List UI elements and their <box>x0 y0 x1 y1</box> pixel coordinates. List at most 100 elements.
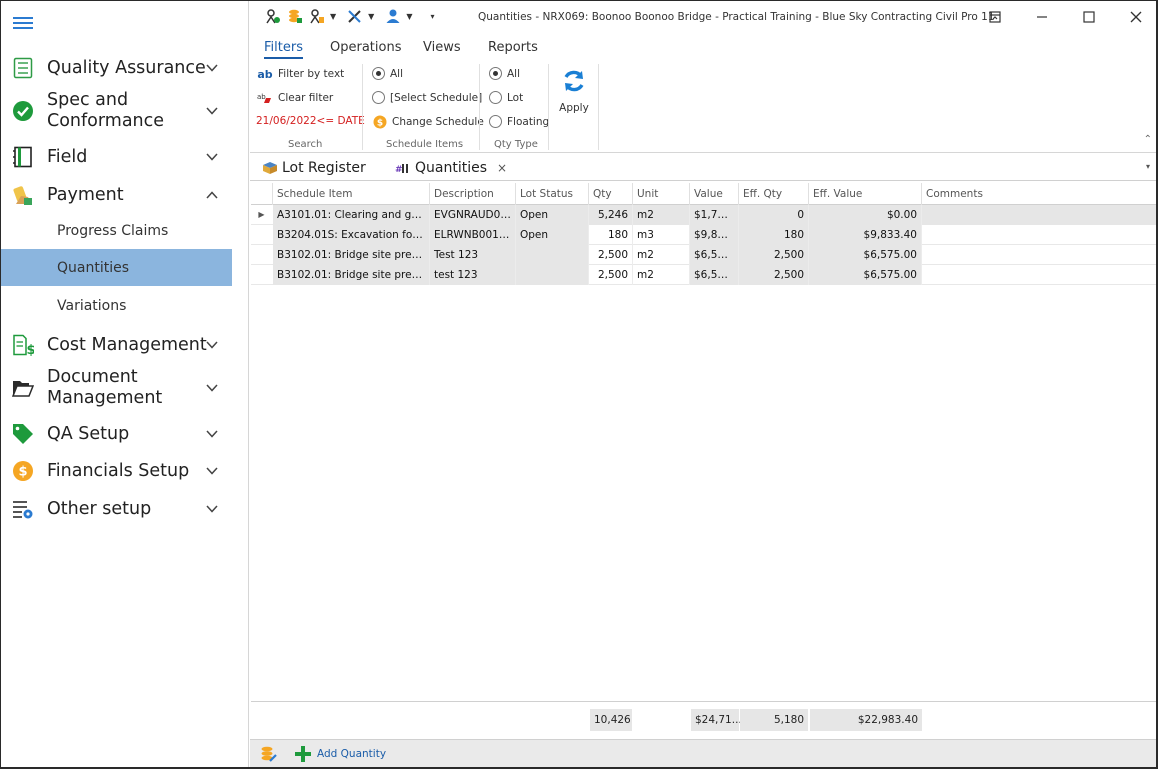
apply-button[interactable]: Apply <box>556 68 592 120</box>
cell-comments[interactable] <box>922 265 1156 285</box>
cell-unit[interactable]: m2 <box>633 265 690 285</box>
column-header[interactable]: Unit <box>633 183 690 205</box>
tab-reports[interactable]: Reports <box>488 40 538 55</box>
table-row[interactable]: B3102.01: Bridge site preparat... Test 1… <box>251 245 1156 265</box>
cell-eff-qty[interactable]: 180 <box>739 225 809 245</box>
hamburger-menu-icon[interactable] <box>13 17 33 29</box>
cell-qty[interactable]: 2,500 <box>589 245 633 265</box>
cell-unit[interactable]: m2 <box>633 245 690 265</box>
cell-comments[interactable] <box>922 205 1156 225</box>
cell-lot-status[interactable]: Open <box>516 225 589 245</box>
close-icon[interactable] <box>1128 9 1144 25</box>
chevron-down-icon[interactable] <box>205 338 219 352</box>
tab-quantities[interactable]: # Quantities × <box>395 160 507 176</box>
clear-filter-button[interactable]: ab Clear filter <box>256 91 333 105</box>
cell-lot-status[interactable] <box>516 245 589 265</box>
cell-qty[interactable]: 2,500 <box>589 265 633 285</box>
sidebar-item-other-setup[interactable]: Other setup <box>1 497 232 521</box>
table-row[interactable]: B3204.01S: Excavation for stru... ELRWNB… <box>251 225 1156 245</box>
coins-icon[interactable] <box>286 7 304 25</box>
cell-lot-status[interactable]: Open <box>516 205 589 225</box>
ribbon-display-icon[interactable] <box>987 9 1003 25</box>
close-tab-icon[interactable]: × <box>497 161 507 175</box>
change-schedule-button[interactable]: $ Change Schedule <box>372 115 484 129</box>
table-row[interactable]: B3102.01: Bridge site preparat... test 1… <box>251 265 1156 285</box>
dropdown-arrow-icon[interactable]: ▼ <box>406 12 412 21</box>
chevron-down-icon[interactable] <box>205 502 219 516</box>
column-header[interactable]: Schedule Item <box>273 183 430 205</box>
cell-description[interactable]: EVGNRAUD001 ... <box>430 205 516 225</box>
qty-all-radio[interactable]: All <box>489 67 520 80</box>
cell-schedule-item[interactable]: A3101.01: Clearing and grubbi... <box>273 205 430 225</box>
tab-operations[interactable]: Operations <box>330 40 401 55</box>
maximize-icon[interactable] <box>1081 9 1097 25</box>
cell-qty[interactable]: 180 <box>589 225 633 245</box>
cell-eff-qty[interactable]: 2,500 <box>739 265 809 285</box>
qty-lot-radio[interactable]: Lot <box>489 91 523 104</box>
tab-filters[interactable]: Filters <box>264 40 303 59</box>
cell-schedule-item[interactable]: B3102.01: Bridge site preparat... <box>273 265 430 285</box>
column-header[interactable]: Comments <box>922 183 1156 205</box>
tab-views[interactable]: Views <box>423 40 461 55</box>
sidebar-item-payment[interactable]: Payment <box>1 183 232 207</box>
sidebar-item-cost-management[interactable]: $ Cost Management <box>1 333 232 357</box>
cell-eff-value[interactable]: $6,575.00 <box>809 265 922 285</box>
chevron-down-icon[interactable] <box>205 61 219 75</box>
cell-schedule-item[interactable]: B3102.01: Bridge site preparat... <box>273 245 430 265</box>
chevron-down-icon[interactable] <box>205 464 219 478</box>
column-header[interactable]: Value <box>690 183 739 205</box>
cell-value[interactable]: $1,731... <box>690 205 739 225</box>
chevron-down-icon[interactable] <box>205 427 219 441</box>
sidebar-item-document-management[interactable]: Document Management <box>1 367 232 409</box>
sidebar-item-field[interactable]: Field <box>1 145 232 169</box>
cell-value[interactable]: $9,833... <box>690 225 739 245</box>
edit-coins-icon[interactable] <box>260 745 278 767</box>
qty-floating-radio[interactable]: Floating <box>489 115 549 128</box>
sidebar-item-qa-setup[interactable]: QA Setup <box>1 422 232 446</box>
tabs-dropdown-icon[interactable]: ▾ <box>1146 162 1150 171</box>
chevron-down-icon[interactable] <box>205 381 219 395</box>
cell-unit[interactable]: m2 <box>633 205 690 225</box>
lot-tool-icon[interactable] <box>264 7 282 25</box>
collapse-ribbon-icon[interactable]: ⌃ <box>1144 134 1152 145</box>
add-quantity-button[interactable]: Add Quantity <box>294 745 386 763</box>
schedule-all-radio[interactable]: All <box>372 67 403 80</box>
cell-comments[interactable] <box>922 245 1156 265</box>
cell-eff-qty[interactable]: 0 <box>739 205 809 225</box>
customize-toolbar-icon[interactable]: ▾ <box>430 12 434 21</box>
cell-lot-status[interactable] <box>516 265 589 285</box>
minimize-icon[interactable] <box>1034 9 1050 25</box>
cell-description[interactable]: ELRWNB001 - L... <box>430 225 516 245</box>
sidebar-subitem-quantities[interactable]: Quantities <box>1 249 232 286</box>
cell-eff-value[interactable]: $6,575.00 <box>809 245 922 265</box>
column-header[interactable]: Description <box>430 183 516 205</box>
chevron-down-icon[interactable] <box>205 104 219 118</box>
person-tool-icon[interactable] <box>308 7 326 25</box>
cell-comments[interactable] <box>922 225 1156 245</box>
column-header[interactable]: Eff. Qty <box>739 183 809 205</box>
sidebar-subitem-progress-claims[interactable]: Progress Claims <box>1 212 232 249</box>
tools-icon[interactable] <box>346 7 364 25</box>
cell-value[interactable]: $6,575... <box>690 245 739 265</box>
table-row[interactable]: ▶ A3101.01: Clearing and grubbi... EVGNR… <box>251 205 1156 225</box>
cell-eff-value[interactable]: $0.00 <box>809 205 922 225</box>
cell-unit[interactable]: m3 <box>633 225 690 245</box>
dropdown-arrow-icon[interactable]: ▼ <box>330 12 336 21</box>
select-schedule-radio[interactable]: [Select Schedule] <box>372 91 482 104</box>
column-header[interactable]: Qty <box>589 183 633 205</box>
filter-by-text-button[interactable]: ab Filter by text <box>256 67 344 81</box>
tab-lot-register[interactable]: Lot Register <box>262 160 366 176</box>
dropdown-arrow-icon[interactable]: ▼ <box>368 12 374 21</box>
column-header[interactable]: Lot Status <box>516 183 589 205</box>
cell-eff-value[interactable]: $9,833.40 <box>809 225 922 245</box>
cell-eff-qty[interactable]: 2,500 <box>739 245 809 265</box>
chevron-down-icon[interactable] <box>205 150 219 164</box>
column-header[interactable]: Eff. Value <box>809 183 922 205</box>
chevron-up-icon[interactable] <box>205 188 219 202</box>
sidebar-item-quality-assurance[interactable]: Quality Assurance <box>1 56 232 80</box>
sidebar-item-financials-setup[interactable]: $ Financials Setup <box>1 459 232 483</box>
cell-description[interactable]: Test 123 <box>430 245 516 265</box>
sidebar-subitem-variations[interactable]: Variations <box>1 287 232 324</box>
cell-value[interactable]: $6,575... <box>690 265 739 285</box>
cell-description[interactable]: test 123 <box>430 265 516 285</box>
